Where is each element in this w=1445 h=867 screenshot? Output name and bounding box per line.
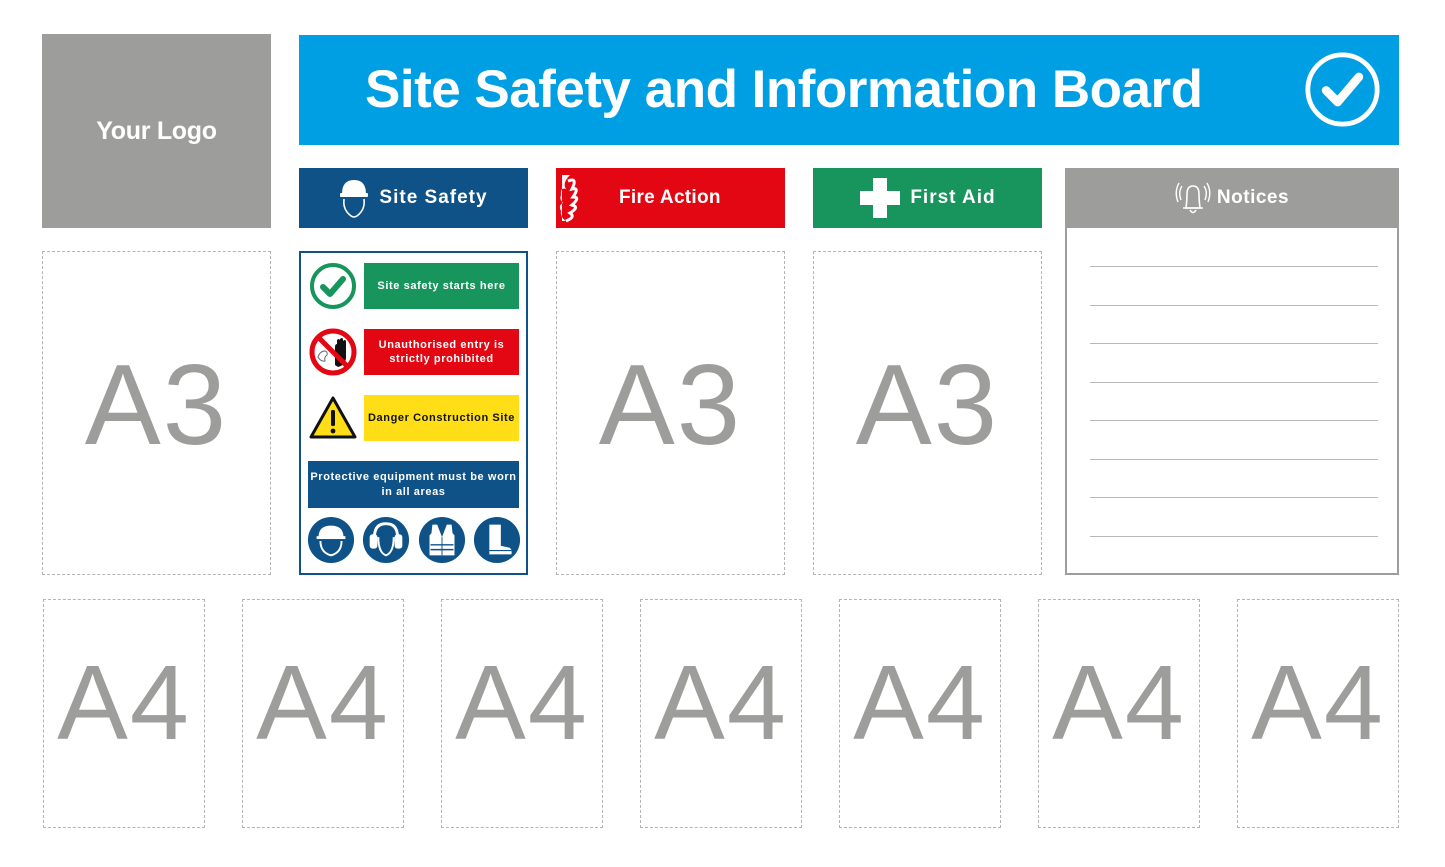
a4-slot[interactable]: A4 (640, 599, 802, 828)
slot-size-label: A4 (455, 644, 589, 762)
poster-message: Site safety starts here (364, 263, 519, 309)
slot-size-label: A3 (598, 341, 743, 469)
notice-line (1090, 536, 1378, 537)
ppe-icon-row (307, 516, 521, 564)
ear-defenders-icon (363, 516, 410, 564)
section-label: Fire Action (619, 187, 721, 208)
safety-boots-icon (473, 516, 521, 564)
slot-size-label: A4 (256, 644, 390, 762)
notice-line (1090, 459, 1378, 460)
ringing-bell-icon (1175, 182, 1211, 214)
a4-slot[interactable]: A4 (1038, 599, 1200, 828)
a4-slot[interactable]: A4 (242, 599, 404, 828)
a3-slot[interactable]: A3 (42, 251, 271, 575)
a4-slot[interactable]: A4 (1237, 599, 1399, 828)
a4-slot[interactable]: A4 (839, 599, 1001, 828)
section-header-notices: Notices (1065, 168, 1399, 228)
slot-size-label: A4 (1251, 644, 1385, 762)
section-header-fire-action: Fire Action (556, 168, 785, 228)
notice-line (1090, 305, 1378, 306)
check-circle-icon (1305, 52, 1380, 127)
poster-message: Unauthorised entry is strictly prohibite… (364, 329, 519, 375)
check-circle-icon (310, 263, 356, 309)
a4-slot[interactable]: A4 (441, 599, 603, 828)
section-label: First Aid (910, 187, 996, 208)
flame-icon (559, 175, 579, 223)
ppe-banner: Protective equipment must be worn in all… (308, 461, 519, 508)
no-entry-hand-icon (309, 328, 357, 376)
notice-line (1090, 382, 1378, 383)
notice-line (1090, 497, 1378, 498)
poster-row: Danger Construction Site (308, 393, 521, 443)
section-header-site-safety: Site Safety (299, 168, 528, 228)
poster-message: Danger Construction Site (364, 395, 519, 441)
first-aid-cross-icon (860, 178, 901, 218)
slot-size-label: A4 (654, 644, 788, 762)
hard-hat-head-icon (340, 180, 369, 218)
slot-size-label: A3 (855, 341, 1000, 469)
slot-size-label: A3 (84, 341, 229, 469)
title-banner: Site Safety and Information Board (299, 35, 1399, 145)
hi-vis-vest-icon (418, 516, 465, 564)
poster-row: Site safety starts here (308, 261, 521, 311)
warning-triangle-icon (309, 396, 357, 439)
notice-line (1090, 420, 1378, 421)
a3-slot[interactable]: A3 (813, 251, 1042, 575)
slot-size-label: A4 (853, 644, 987, 762)
section-label: Site Safety (379, 187, 488, 208)
notices-panel[interactable] (1065, 228, 1399, 575)
a3-slot[interactable]: A3 (556, 251, 785, 575)
poster-row: Unauthorised entry is strictly prohibite… (308, 327, 521, 377)
hard-hat-icon (307, 516, 355, 564)
a4-slot[interactable]: A4 (43, 599, 205, 828)
notice-line (1090, 266, 1378, 267)
section-label: Notices (1216, 187, 1290, 208)
logo-placeholder: Your Logo (42, 34, 271, 228)
board-title: Site Safety and Information Board (365, 60, 1203, 119)
slot-size-label: A4 (1052, 644, 1186, 762)
site-safety-poster: Site safety starts here Unauthorised ent… (299, 251, 528, 575)
logo-placeholder-label: Your Logo (96, 116, 217, 145)
section-header-first-aid: First Aid (813, 168, 1042, 228)
slot-size-label: A4 (57, 644, 191, 762)
notice-line (1090, 343, 1378, 344)
